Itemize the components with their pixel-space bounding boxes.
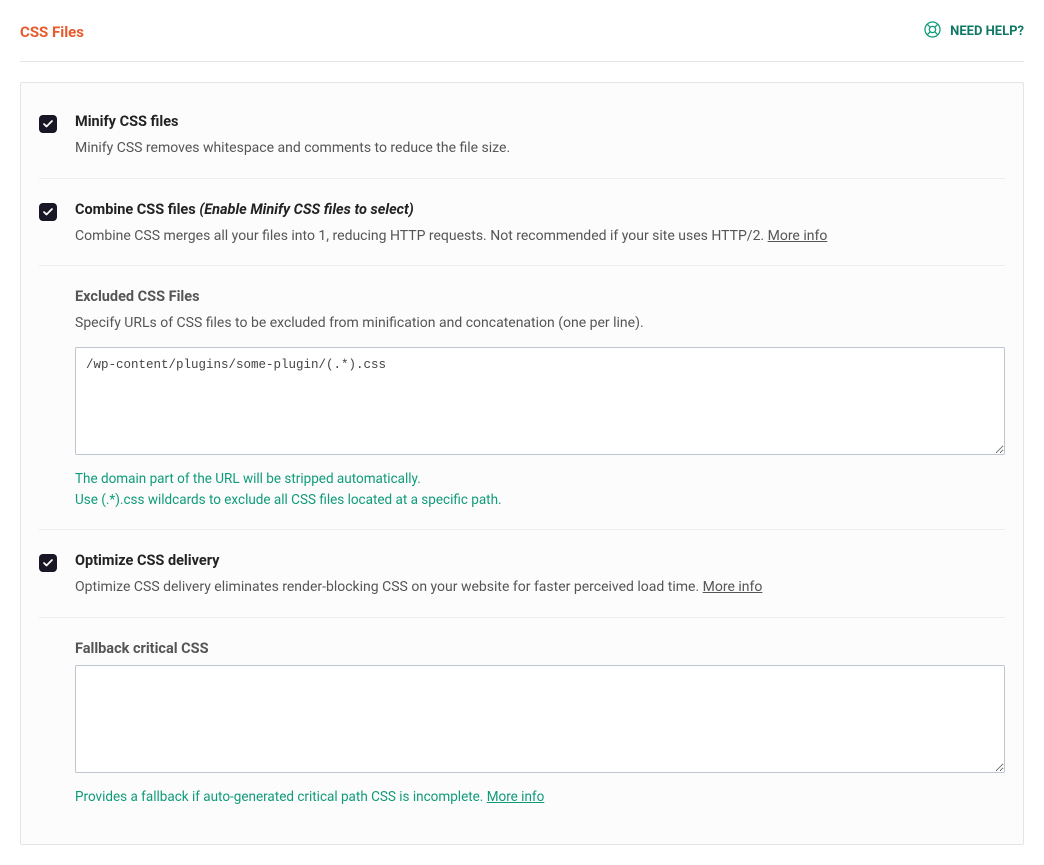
need-help-label: NEED HELP? [950,24,1024,39]
excluded-css-textarea[interactable] [75,347,1005,455]
excluded-css-title: Excluded CSS Files [75,288,1005,305]
combine-css-title: Combine CSS files (Enable Minify CSS fil… [75,201,1005,218]
option-combine-css: Combine CSS files (Enable Minify CSS fil… [39,179,1005,267]
excluded-css-desc: Specify URLs of CSS files to be excluded… [75,313,1005,335]
section-header: CSS Files NEED HELP? [20,20,1024,62]
check-icon [42,206,54,218]
fallback-hint-text: Provides a fallback if auto-generated cr… [75,789,487,805]
combine-css-desc-text: Combine CSS merges all your files into 1… [75,228,768,244]
fallback-css-textarea[interactable] [75,665,1005,773]
excluded-css-hint: The domain part of the URL will be strip… [75,469,1005,511]
excluded-hint-line2: Use (.*).css wildcards to exclude all CS… [75,490,1005,511]
need-help-link[interactable]: NEED HELP? [923,20,1024,43]
combine-css-title-note: (Enable Minify CSS files to select) [199,201,413,218]
minify-css-desc: Minify CSS removes whitespace and commen… [75,138,1005,160]
check-icon [42,118,54,130]
optimize-css-title: Optimize CSS delivery [75,552,1005,569]
minify-css-checkbox[interactable] [39,115,57,133]
life-ring-icon [923,20,942,43]
optimize-more-info-link[interactable]: More info [703,579,763,595]
combine-css-checkbox[interactable] [39,203,57,221]
minify-css-title: Minify CSS files [75,113,1005,130]
fallback-css-title: Fallback critical CSS [75,640,1005,657]
fallback-more-info-link[interactable]: More info [487,789,545,805]
optimize-css-desc: Optimize CSS delivery eliminates render-… [75,577,1005,599]
optimize-css-checkbox[interactable] [39,554,57,572]
section-title: CSS Files [20,23,84,41]
check-icon [42,557,54,569]
option-fallback-css: Fallback critical CSS Provides a fallbac… [39,618,1005,826]
option-minify-css: Minify CSS files Minify CSS removes whit… [39,91,1005,179]
optimize-css-desc-text: Optimize CSS delivery eliminates render-… [75,579,703,595]
css-files-panel: Minify CSS files Minify CSS removes whit… [20,82,1024,845]
option-excluded-css: Excluded CSS Files Specify URLs of CSS f… [39,266,1005,530]
fallback-css-hint: Provides a fallback if auto-generated cr… [75,787,1005,808]
combine-css-desc: Combine CSS merges all your files into 1… [75,226,1005,248]
combine-more-info-link[interactable]: More info [768,228,828,244]
combine-css-title-main: Combine CSS files [75,201,196,218]
option-optimize-css: Optimize CSS delivery Optimize CSS deliv… [39,530,1005,618]
excluded-hint-line1: The domain part of the URL will be strip… [75,469,1005,490]
